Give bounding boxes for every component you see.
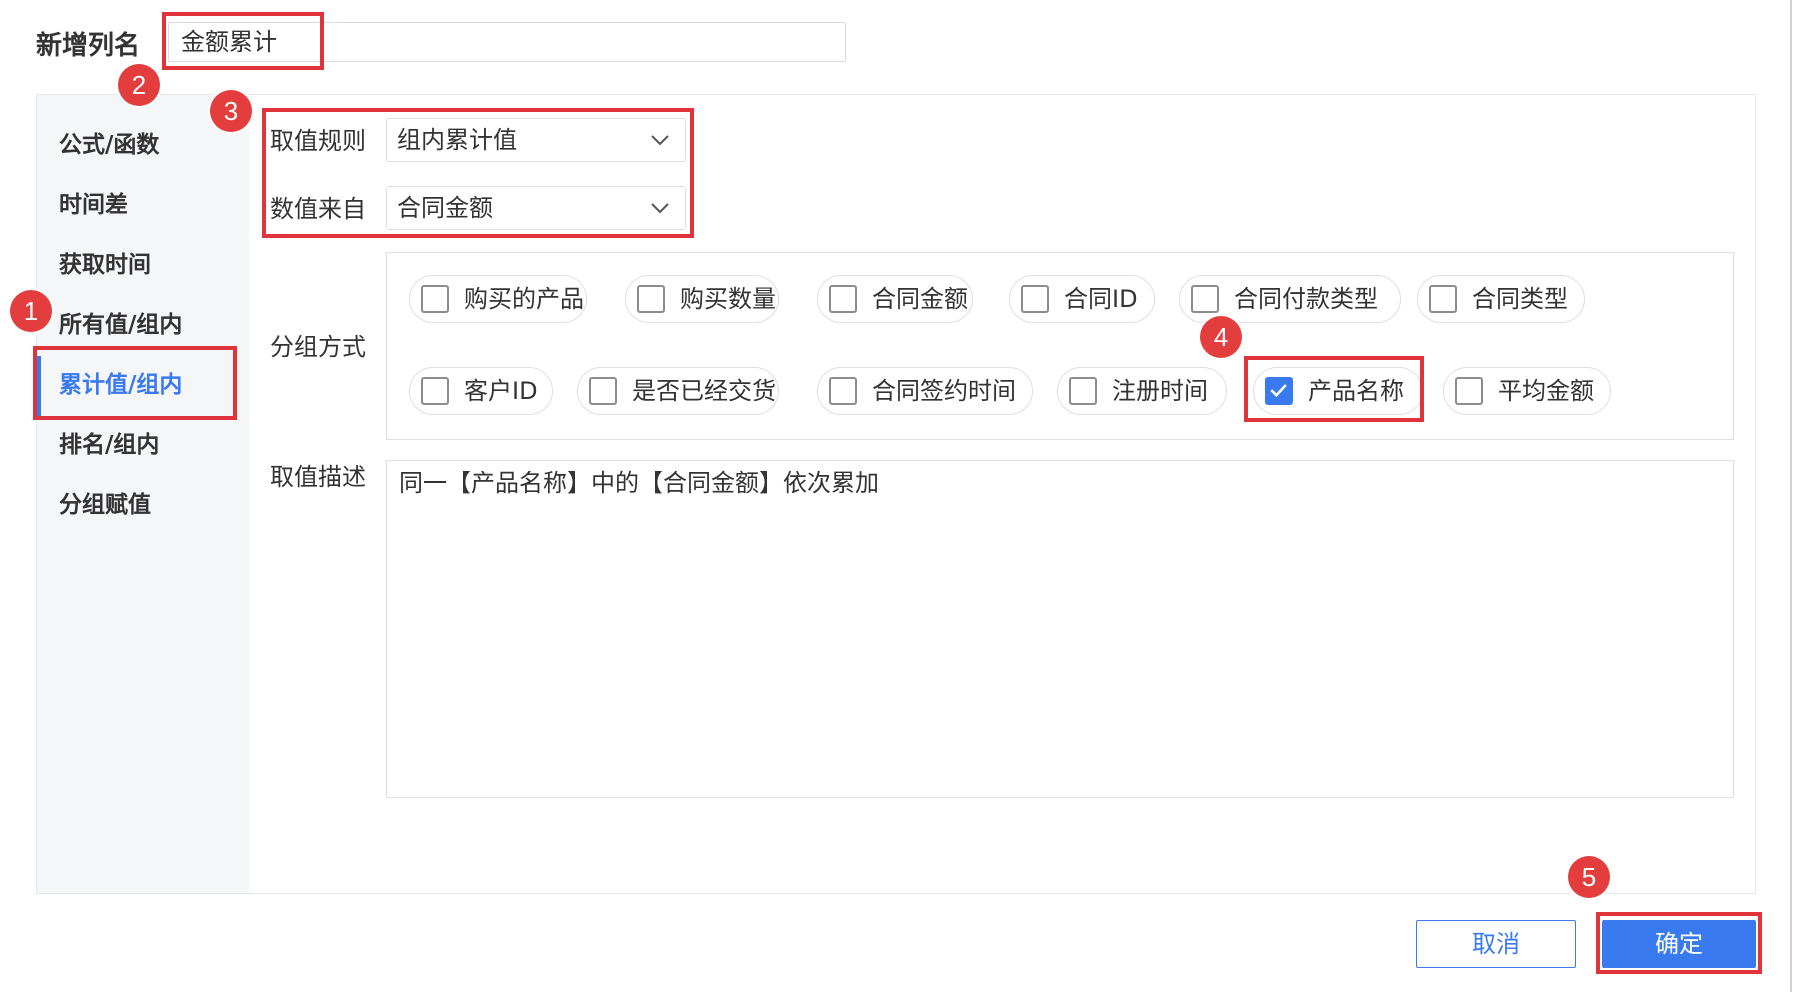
- group-option-contract-id[interactable]: 合同ID: [1009, 275, 1155, 323]
- checkbox[interactable]: [1429, 285, 1457, 313]
- checkbox[interactable]: [829, 285, 857, 313]
- option-label: 合同签约时间: [872, 377, 1016, 405]
- checkbox[interactable]: [1069, 377, 1097, 405]
- option-label: 注册时间: [1112, 377, 1208, 405]
- checkbox[interactable]: [829, 377, 857, 405]
- group-option-purchase-qty[interactable]: 购买数量: [625, 275, 779, 323]
- option-label: 购买的产品: [464, 285, 584, 313]
- annotation-box-name: [162, 12, 324, 70]
- sidebar: 公式/函数 时间差 获取时间 所有值/组内 累计值/组内 排名/组内 分组赋值: [37, 95, 249, 893]
- step-badge-4: 4: [1200, 316, 1242, 358]
- group-option-register-time[interactable]: 注册时间: [1057, 367, 1227, 415]
- annotation-box-ok: [1596, 912, 1762, 974]
- step-badge-2: 2: [118, 64, 160, 106]
- step-badge-1: 1: [10, 290, 52, 332]
- checkbox[interactable]: [1455, 377, 1483, 405]
- sidebar-item-get-time[interactable]: 获取时间: [59, 249, 151, 281]
- option-label: 是否已经交货: [632, 377, 776, 405]
- sidebar-item-group-assign[interactable]: 分组赋值: [59, 489, 151, 521]
- option-label: 合同付款类型: [1234, 285, 1378, 313]
- group-option-sign-time[interactable]: 合同签约时间: [817, 367, 1033, 415]
- group-option-contract-type[interactable]: 合同类型: [1417, 275, 1585, 323]
- group-options-box: 购买的产品 购买数量 合同金额 合同ID 合同付款类型 合同类型 客户ID 是否…: [386, 252, 1734, 440]
- step-badge-3: 3: [210, 90, 252, 132]
- sidebar-item-rank[interactable]: 排名/组内: [59, 429, 159, 461]
- group-option-payment-type[interactable]: 合同付款类型: [1179, 275, 1401, 323]
- checkbox[interactable]: [421, 285, 449, 313]
- option-label: 平均金额: [1498, 377, 1594, 405]
- cancel-button[interactable]: 取消: [1416, 920, 1576, 968]
- sidebar-item-formula[interactable]: 公式/函数: [59, 129, 159, 161]
- group-label: 分组方式: [270, 333, 366, 361]
- desc-label: 取值描述: [270, 463, 366, 491]
- checkbox[interactable]: [1191, 285, 1219, 313]
- sidebar-item-all-values[interactable]: 所有值/组内: [59, 309, 182, 341]
- window-edge: [1790, 0, 1792, 992]
- group-option-avg-amount[interactable]: 平均金额: [1443, 367, 1611, 415]
- option-label: 客户ID: [464, 377, 538, 405]
- group-option-purchased-product[interactable]: 购买的产品: [409, 275, 587, 323]
- option-label: 合同类型: [1472, 285, 1568, 313]
- checkbox[interactable]: [637, 285, 665, 313]
- annotation-box-rule: [262, 108, 694, 238]
- checkbox[interactable]: [589, 377, 617, 405]
- option-label: 购买数量: [680, 285, 776, 313]
- option-label: 合同ID: [1064, 285, 1138, 313]
- description-text: 同一【产品名称】中的【合同金额】依次累加: [399, 469, 879, 497]
- option-label: 合同金额: [872, 285, 968, 313]
- group-option-customer-id[interactable]: 客户ID: [409, 367, 553, 415]
- checkbox[interactable]: [421, 377, 449, 405]
- column-name-label: 新增列名: [36, 31, 141, 61]
- annotation-box-product: [1244, 356, 1424, 422]
- checkbox[interactable]: [1021, 285, 1049, 313]
- group-option-contract-amount[interactable]: 合同金额: [817, 275, 973, 323]
- sidebar-item-time-diff[interactable]: 时间差: [59, 189, 128, 221]
- description-box: 同一【产品名称】中的【合同金额】依次累加: [386, 460, 1734, 798]
- group-option-delivered[interactable]: 是否已经交货: [577, 367, 779, 415]
- step-badge-5: 5: [1568, 856, 1610, 898]
- annotation-box-sidebar: [33, 346, 237, 420]
